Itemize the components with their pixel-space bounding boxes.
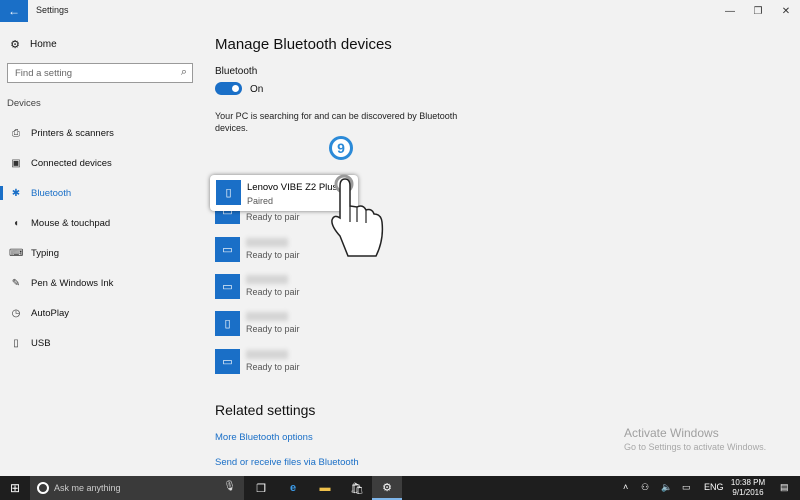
device-name-blurred [246,350,288,359]
title-bar: ← Settings — ❐ ✕ [0,0,800,22]
taskbar: ⊞ Ask me anything 🎙 ❐ e ▬ 🛍 ⚙ ˄ ⚇ 🔈 ▭ EN… [0,476,800,500]
taskbar-clock[interactable]: 10:38 PM 9/1/2016 [724,478,772,498]
bluetooth-toggle-label: Bluetooth [215,66,258,77]
sidebar: ⚙ Home Find a setting ⌕ Devices ⎙ Printe… [0,22,200,476]
device-name-blurred [246,238,288,247]
network-icon[interactable]: ▭ [682,482,691,493]
sidebar-item-home[interactable]: ⚙ Home [8,38,57,51]
usb-icon: ▯ [13,337,19,349]
task-view-button[interactable]: ❐ [246,476,276,500]
sidebar-item-connected-devices[interactable]: ▣ Connected devices [0,152,200,174]
device-status: Ready to pair [246,250,300,260]
device-name-blurred [246,275,288,284]
sidebar-item-label: Pen & Windows Ink [31,277,114,289]
sidebar-item-label: AutoPlay [31,307,70,319]
minimize-icon: — [725,5,735,17]
more-bluetooth-options-link[interactable]: More Bluetooth options [215,432,313,443]
search-placeholder: Find a setting [15,68,73,79]
store-icon: 🛍 [350,482,364,495]
file-explorer-button[interactable]: ▬ [310,476,340,500]
device-status: Ready to pair [246,324,300,334]
edge-icon: e [289,482,297,494]
volume-icon[interactable]: 🔈 [661,482,672,493]
send-receive-files-link[interactable]: Send or receive files via Bluetooth [215,457,359,468]
paired-device-status: Paired [247,196,274,206]
find-setting-input[interactable]: Find a setting ⌕ [7,63,193,83]
cortana-search-box[interactable]: Ask me anything 🎙 [30,476,244,500]
device-status: Ready to pair [246,362,300,372]
close-button[interactable]: ✕ [772,0,800,22]
edge-button[interactable]: e [278,476,308,500]
cortana-placeholder: Ask me anything [54,483,121,493]
restore-button[interactable]: ❐ [744,0,772,22]
sidebar-item-autoplay[interactable]: ◷ AutoPlay [0,302,200,324]
windows-logo-icon: ⊞ [9,481,21,495]
close-icon: ✕ [781,5,791,17]
activate-windows-watermark: Activate Windows [624,426,719,440]
sidebar-item-label: Connected devices [31,157,112,169]
device-item[interactable]: ▯ Ready to pair [215,311,475,341]
page-title: Manage Bluetooth devices [215,36,392,53]
people-icon[interactable]: ⚇ [641,482,649,493]
microphone-icon: 🎙 [223,481,236,492]
device-item[interactable]: ▭ Ready to pair [215,349,475,379]
section-label-devices: Devices [7,98,41,109]
back-arrow-icon: ← [8,4,20,18]
start-button[interactable]: ⊞ [0,476,30,500]
device-pc-icon: ▭ [215,349,240,374]
bluetooth-toggle[interactable] [215,82,242,95]
device-status: Ready to pair [246,287,300,297]
clock-time: 10:38 PM [730,478,766,487]
bluetooth-icon: ✱ [11,187,21,199]
toggle-state-text: On [250,84,264,95]
device-item[interactable]: ▭ Ready to pair [215,274,475,304]
sidebar-item-pen-windows-ink[interactable]: ✎ Pen & Windows Ink [0,272,200,294]
minimize-button[interactable]: — [716,0,744,22]
connected-devices-icon: ▣ [11,157,21,169]
sidebar-item-label: USB [31,337,51,349]
sidebar-item-bluetooth[interactable]: ✱ Bluetooth [0,182,200,204]
related-settings-title: Related settings [215,402,316,418]
gear-icon: ⚙ [382,481,392,494]
printer-icon: ⎙ [12,127,20,139]
device-status: Ready to pair [246,212,300,222]
mouse-icon: ◖ [12,217,20,229]
folder-icon: ▬ [319,482,331,494]
sidebar-item-usb[interactable]: ▯ USB [0,332,200,354]
action-center-icon[interactable]: ▤ [780,482,789,493]
restore-icon: ❐ [753,5,763,17]
home-label: Home [30,39,57,50]
language-indicator[interactable]: ENG [704,482,724,492]
clock-date: 9/1/2016 [732,488,764,497]
task-view-icon: ❐ [256,482,266,495]
store-button[interactable]: 🛍 [342,476,372,500]
keyboard-icon: ⌨ [9,247,24,259]
pen-icon: ✎ [11,277,21,289]
discovery-description: Your PC is searching for and can be disc… [215,111,458,133]
gear-icon: ⚙ [10,39,20,51]
sidebar-item-label: Typing [31,247,59,259]
window-title: Settings [36,5,69,15]
cortana-icon [37,482,49,494]
sidebar-item-label: Printers & scanners [31,127,114,139]
step-number-badge: 9 [329,136,353,160]
device-phone-icon: ▯ [216,180,241,205]
back-button[interactable]: ← [0,0,28,22]
device-phone-icon: ▯ [215,311,240,336]
pointing-hand-icon [331,174,384,257]
main-content: Manage Bluetooth devices Bluetooth On Yo… [200,22,800,476]
sidebar-item-printers-scanners[interactable]: ⎙ Printers & scanners [0,122,200,144]
device-name-blurred [246,312,288,321]
show-hidden-icons-icon[interactable]: ˄ [623,482,628,492]
settings-taskbar-button[interactable]: ⚙ [372,476,402,500]
search-icon: ⌕ [180,66,187,78]
autoplay-icon: ◷ [11,307,21,319]
sidebar-item-typing[interactable]: ⌨ Typing [0,242,200,264]
sidebar-item-label: Mouse & touchpad [31,217,111,229]
activate-windows-subtext: Go to Settings to activate Windows. [624,442,767,452]
sidebar-item-mouse-touchpad[interactable]: ◖ Mouse & touchpad [0,212,200,234]
device-pc-icon: ▭ [215,237,240,262]
device-pc-icon: ▭ [215,274,240,299]
sidebar-item-label: Bluetooth [31,187,72,199]
